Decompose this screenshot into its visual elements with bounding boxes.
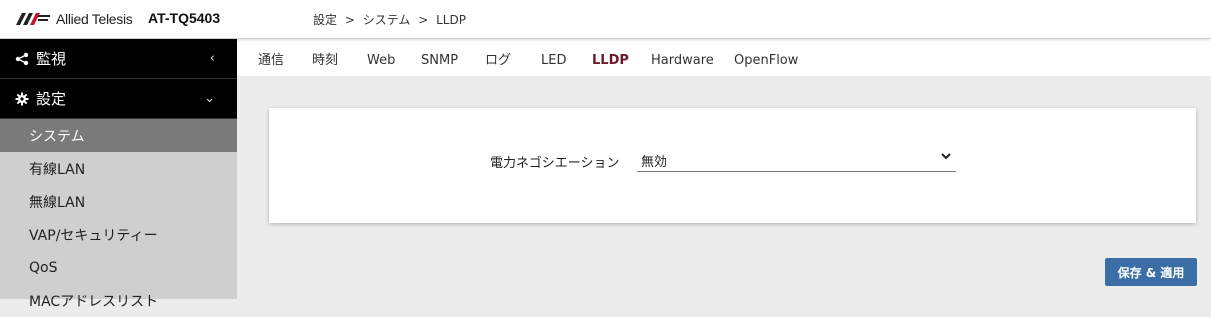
sidebar-item-qos[interactable]: QoS xyxy=(0,251,237,284)
gear-icon xyxy=(14,92,30,106)
sidebar: 監視 ‹ 設定 ⌄ システム 有線LAN 無線LAN VAP/セキュリティー Q… xyxy=(0,39,237,310)
breadcrumb-separator: > xyxy=(344,13,355,27)
tab-openflow[interactable]: OpenFlow xyxy=(720,39,812,76)
breadcrumb-separator: > xyxy=(418,13,429,27)
tab-led[interactable]: LED xyxy=(527,39,580,76)
tab-hardware[interactable]: Hardware xyxy=(637,39,728,76)
tab-communication[interactable]: 通信 xyxy=(244,39,298,76)
tab-web[interactable]: Web xyxy=(353,39,409,76)
breadcrumb-lldp: LLDP xyxy=(436,13,466,27)
sidebar-item-vap-security[interactable]: VAP/セキュリティー xyxy=(0,218,237,251)
product-name: AT-TQ5403 xyxy=(148,10,221,26)
tab-lldp[interactable]: LLDP xyxy=(578,39,643,76)
tab-log[interactable]: ログ xyxy=(471,39,525,76)
breadcrumb-system[interactable]: システム xyxy=(363,13,411,27)
power-negotiation-value: 無効 xyxy=(641,155,668,170)
share-icon xyxy=(14,52,30,66)
chevron-down-icon: ⌄ xyxy=(204,91,215,106)
tab-snmp[interactable]: SNMP xyxy=(407,39,472,76)
save-apply-button[interactable]: 保存 & 適用 xyxy=(1105,258,1197,286)
sidebar-group-label: 設定 xyxy=(36,90,67,108)
sidebar-item-wireless-lan[interactable]: 無線LAN xyxy=(0,185,237,218)
power-negotiation-label: 電力ネゴシエーション xyxy=(490,156,620,171)
sidebar-item-mac-address-list[interactable]: MACアドレスリスト xyxy=(0,284,237,317)
breadcrumb: 設定 > システム > LLDP xyxy=(313,11,470,28)
chevron-left-icon: ‹ xyxy=(209,51,215,66)
tab-bar: 通信 時刻 Web SNMP ログ LED LLDP Hardware Open… xyxy=(237,39,1211,76)
allied-telesis-logo: Allied Telesis xyxy=(16,10,133,28)
brand-name: Allied Telesis xyxy=(56,11,133,27)
tab-time[interactable]: 時刻 xyxy=(298,39,352,76)
sidebar-item-system[interactable]: システム xyxy=(0,119,237,152)
breadcrumb-settings[interactable]: 設定 xyxy=(313,13,337,27)
sidebar-group-settings[interactable]: 設定 ⌄ xyxy=(0,79,237,119)
logo-mark-icon xyxy=(16,13,50,25)
sidebar-group-label: 監視 xyxy=(36,50,67,68)
lldp-settings-card: 電力ネゴシエーション 無効 xyxy=(269,108,1196,223)
sidebar-item-wired-lan[interactable]: 有線LAN xyxy=(0,152,237,185)
chevron-down-icon xyxy=(940,150,952,166)
power-negotiation-select[interactable]: 無効 xyxy=(637,146,956,172)
sidebar-group-monitor[interactable]: 監視 ‹ xyxy=(0,39,237,79)
top-header: Allied Telesis AT-TQ5403 設定 > システム > LLD… xyxy=(0,0,1211,39)
